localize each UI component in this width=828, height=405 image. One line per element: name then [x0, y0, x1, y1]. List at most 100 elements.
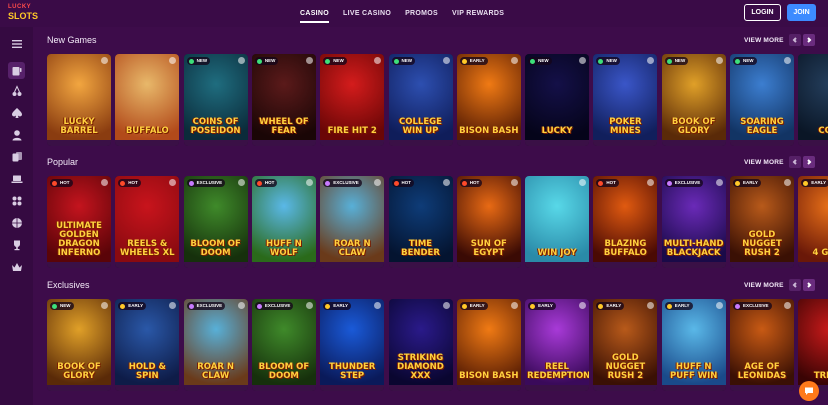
badge-icon	[188, 58, 194, 64]
game-card[interactable]: EXCLUSIVE AGE OF LEONIDAS	[730, 299, 794, 391]
game-card[interactable]: COIN	[798, 54, 828, 146]
game-card[interactable]: EARLY THUNDER STEP	[320, 299, 385, 391]
game-card-footer	[798, 140, 828, 146]
grid-icon[interactable]	[8, 192, 25, 209]
game-card[interactable]: EXCLUSIVE ROAR N CLAW	[183, 299, 248, 391]
menu-icon[interactable]	[8, 35, 25, 52]
trophy-icon[interactable]	[8, 236, 25, 253]
game-title: WHEEL OF FEAR	[259, 117, 309, 136]
provider-icon	[101, 302, 108, 309]
game-badge: HOT	[254, 179, 278, 187]
provider-icon	[784, 57, 791, 64]
prev-arrow-icon[interactable]	[789, 156, 801, 168]
game-card-footer	[115, 262, 180, 268]
game-card[interactable]: EARLY BISON BASH	[456, 54, 521, 146]
game-card-footer	[47, 140, 111, 146]
login-button[interactable]: LOGIN	[744, 4, 781, 21]
nav-casino[interactable]: CASINO	[300, 0, 330, 27]
chat-support-button[interactable]	[799, 381, 819, 401]
prev-arrow-icon[interactable]	[789, 279, 801, 291]
game-card[interactable]: TRIPLE	[798, 299, 828, 391]
game-card[interactable]: NEW LUCKY	[525, 54, 590, 146]
game-card[interactable]: EARLY REEL REDEMPTION	[525, 299, 590, 391]
game-badge: EARLY	[459, 57, 488, 65]
game-card-footer	[661, 385, 726, 391]
next-arrow-icon[interactable]	[803, 34, 815, 46]
game-card[interactable]: EARLY HUFF N PUFF WIN	[661, 299, 726, 391]
cards-icon[interactable]	[8, 148, 25, 165]
game-card[interactable]: HOT TIME BENDER	[388, 176, 453, 268]
game-card[interactable]: HOT REELS & WHEELS XL	[115, 176, 180, 268]
badge-icon	[461, 58, 467, 64]
game-badge: HOT	[596, 179, 619, 187]
cherries-icon[interactable]	[8, 82, 25, 99]
slots-icon[interactable]	[8, 62, 25, 79]
badge-icon	[530, 303, 536, 309]
game-card[interactable]: WIN JOY	[525, 176, 590, 268]
view-more-exclusives[interactable]: VIEW MORE	[744, 282, 784, 289]
game-card[interactable]: EXCLUSIVE BLOOM OF DOOM	[183, 176, 248, 268]
game-card[interactable]: NEW POKER MINES	[593, 54, 658, 146]
game-card[interactable]: NEW COLLEGE WIN UP	[388, 54, 453, 146]
game-card[interactable]: NEW COINS OF POSEIDON	[183, 54, 248, 146]
game-badge: EARLY	[323, 302, 352, 310]
badge-icon	[666, 303, 672, 309]
provider-icon	[237, 179, 245, 186]
basketball-icon[interactable]	[8, 214, 25, 231]
game-card[interactable]: EARLY GOLD NUGGET RUSH 2	[730, 176, 794, 268]
game-card-footer	[47, 262, 111, 268]
laptop-icon[interactable]	[8, 170, 25, 187]
view-more-new-games[interactable]: VIEW MORE	[744, 37, 784, 44]
game-card[interactable]: HOT ULTIMATE GOLDEN DRAGON INFERNO	[47, 176, 111, 268]
game-card[interactable]: HOT HUFF N WOLF	[251, 176, 316, 268]
game-card[interactable]: NEW BOOK OF GLORY	[47, 299, 111, 391]
game-card[interactable]: EARLY GOLD NUGGET RUSH 2	[593, 299, 658, 391]
game-card[interactable]: NEW FIRE HIT 2	[320, 54, 385, 146]
badge-icon	[256, 180, 262, 186]
game-card[interactable]: NEW BOOK OF GLORY	[661, 54, 726, 146]
game-title: WIN JOY	[537, 248, 577, 258]
game-card-footer	[525, 385, 590, 391]
join-button[interactable]: JOIN	[787, 4, 816, 21]
view-more-popular[interactable]: VIEW MORE	[744, 159, 784, 166]
badge-icon	[598, 58, 604, 64]
game-card[interactable]: EXCLUSIVE BLOOM OF DOOM	[251, 299, 316, 391]
prev-arrow-icon[interactable]	[789, 34, 801, 46]
game-title: COINS OF POSEIDON	[190, 117, 241, 136]
game-badge: HOT	[391, 179, 414, 187]
game-badge: EARLY	[528, 302, 556, 310]
live-dealer-icon[interactable]	[8, 126, 25, 143]
game-card[interactable]: EXCLUSIVE MULTI-HAND BLACKJACK	[661, 176, 726, 268]
game-card-footer	[730, 385, 794, 391]
game-title: HOLD & SPIN	[128, 362, 166, 381]
nav-live-casino[interactable]: LIVE CASINO	[343, 0, 391, 27]
game-card[interactable]: BUFFALO	[115, 54, 180, 146]
badge-icon	[188, 303, 194, 309]
next-arrow-icon[interactable]	[803, 156, 815, 168]
game-badge: NEW	[186, 57, 211, 65]
game-card[interactable]: HOT SUN OF EGYPT	[456, 176, 521, 268]
provider-icon	[715, 179, 723, 186]
next-arrow-icon[interactable]	[803, 279, 815, 291]
game-card-footer	[251, 262, 316, 268]
game-card[interactable]: NEW SOARING EAGLE	[730, 54, 794, 146]
game-card[interactable]: EXCLUSIVE ROAR N CLAW	[320, 176, 385, 268]
crown-icon[interactable]	[8, 258, 25, 275]
game-title: GOLD NUGGET RUSH 2	[605, 353, 646, 381]
game-card[interactable]: EARLY 4 GOLD	[798, 176, 828, 268]
game-badge: NEW	[528, 57, 552, 65]
game-card[interactable]: EARLY BISON BASH	[456, 299, 521, 391]
game-card[interactable]: NEW WHEEL OF FEAR	[251, 54, 316, 146]
game-badge: NEW	[596, 57, 620, 65]
spade-icon[interactable]	[8, 104, 25, 121]
site-logo[interactable]: LUCKY SLOTS	[8, 4, 38, 22]
game-badge: EXCLUSIVE	[733, 302, 772, 310]
game-row-new-games: LUCKY BARREL BUFFALO NEW COINS OF POSEIDON N…	[47, 54, 828, 146]
game-card[interactable]: HOT BLAZING BUFFALO	[593, 176, 658, 268]
nav-vip-rewards[interactable]: VIP REWARDS	[452, 0, 504, 27]
game-card[interactable]: EARLY HOLD & SPIN	[115, 299, 180, 391]
game-card[interactable]: LUCKY BARREL	[47, 54, 111, 146]
game-title: REELS & WHEELS XL	[120, 239, 175, 258]
nav-promos[interactable]: PROMOS	[405, 0, 438, 27]
game-card[interactable]: STRIKING DIAMOND XXX	[388, 299, 453, 391]
